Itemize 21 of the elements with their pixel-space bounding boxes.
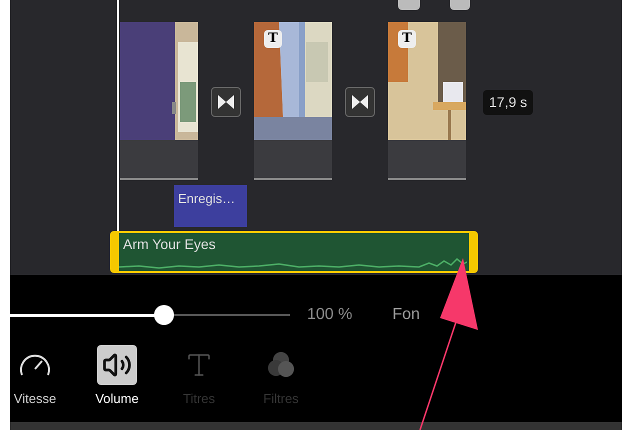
slider-thumb[interactable] xyxy=(154,305,174,325)
volume-slider[interactable] xyxy=(10,304,290,326)
recording-clip[interactable]: Enregis… xyxy=(174,185,247,227)
bowtie-icon xyxy=(351,94,369,110)
fade-label[interactable]: Fon xyxy=(392,303,420,327)
bowtie-icon xyxy=(217,94,235,110)
toolbar-button[interactable]: Vitesse xyxy=(10,345,60,408)
title-badge: T xyxy=(264,30,282,48)
transition-button[interactable] xyxy=(211,87,241,117)
clip-edge xyxy=(450,0,470,10)
video-clip[interactable]: T xyxy=(388,22,466,180)
music-clip[interactable]: Arm Your Eyes xyxy=(110,231,478,273)
video-clip[interactable] xyxy=(120,22,198,180)
volume-reading: 100 % xyxy=(307,305,352,325)
duration-label: 17,9 s xyxy=(483,90,534,115)
clip-edge xyxy=(398,0,420,10)
title-badge: T xyxy=(398,30,416,48)
transition-button[interactable] xyxy=(345,87,375,117)
recording-label: Enregis… xyxy=(178,191,236,206)
video-clip[interactable]: T xyxy=(254,22,332,180)
music-label: Arm Your Eyes xyxy=(123,235,216,254)
